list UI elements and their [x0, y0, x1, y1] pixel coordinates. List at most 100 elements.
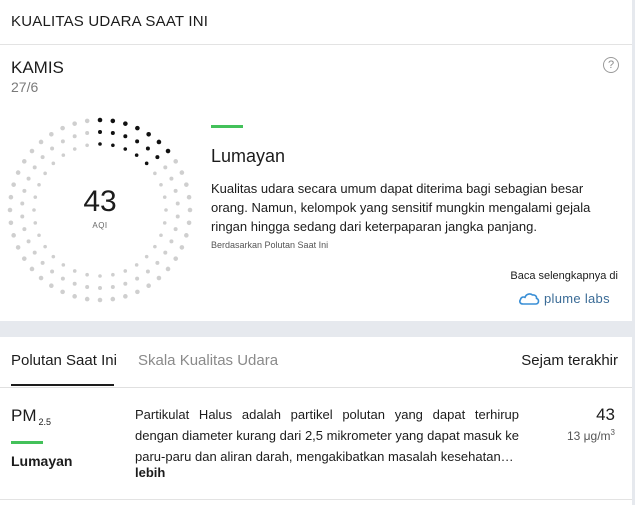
read-more-label: Baca selengkapnya di [510, 270, 618, 282]
gauge-dot [61, 263, 66, 267]
gauge-dot [111, 272, 115, 277]
gauge-dot [43, 171, 47, 176]
gauge-dot [123, 294, 128, 299]
gauge-dot [72, 269, 77, 273]
aqi-description: Kualitas udara secara umum dapat diterim… [211, 181, 591, 234]
plume-labs-link[interactable]: plume labs [518, 289, 610, 307]
gauge-dot [72, 281, 77, 286]
gauge-dot [72, 147, 77, 151]
gauge-dot [159, 182, 163, 187]
gauge-dot [162, 195, 167, 199]
recent-period-label[interactable]: Sejam terakhir [521, 352, 618, 369]
gauge-dot [33, 221, 38, 225]
aqi-label: AQI [92, 221, 108, 230]
gauge-dot [84, 118, 90, 124]
gauge-dot [38, 139, 44, 145]
gauge-dot [97, 297, 103, 303]
gauge-dot [184, 182, 189, 187]
air-quality-panel: KUALITAS UDARA SAAT INI KAMIS 27/6 ? 43 … [0, 0, 632, 505]
gauge-dot [146, 283, 151, 289]
pollutant-tabs: Polutan Saat Ini Skala Kualitas Udara Se… [0, 337, 632, 388]
gauge-dot-active [134, 153, 139, 157]
gauge-dot [22, 227, 27, 232]
gauge-dot [175, 201, 180, 206]
gauge-dot-active [123, 134, 128, 139]
cloud-icon [519, 293, 540, 305]
gauge-dot [33, 195, 38, 199]
forecast-day: KAMIS [11, 58, 64, 77]
gauge-dot [11, 182, 16, 187]
gauge-dot [29, 148, 35, 154]
gauge-dot [84, 296, 90, 302]
gauge-dot [98, 274, 102, 278]
panel-title: KUALITAS UDARA SAAT INI [11, 13, 209, 30]
gauge-dot [159, 233, 163, 238]
gauge-dot [163, 250, 168, 255]
gauge-dot-active [156, 139, 162, 145]
gauge-dot [32, 165, 37, 170]
gauge-dot [85, 284, 90, 289]
pollutant-unit-sup: 3 [610, 428, 615, 437]
gauge-dot [175, 214, 180, 219]
gauge-dot [60, 276, 65, 281]
gauge-dot [123, 269, 128, 273]
gauge-dot [72, 294, 77, 299]
gauge-dot [37, 233, 41, 238]
gauge-dot [29, 266, 35, 272]
gauge-dot-active [155, 155, 160, 160]
pollutant-level: Lumayan [11, 453, 73, 469]
gauge-dot [61, 153, 66, 157]
gauge-dot [164, 208, 168, 212]
gauge-dot [40, 155, 45, 160]
help-icon[interactable]: ? [603, 57, 619, 73]
tab-current-pollutants[interactable]: Polutan Saat Ini [11, 352, 117, 369]
provider-name: plume labs [544, 290, 610, 306]
gauge-dot-active [98, 142, 102, 146]
gauge-dot [135, 276, 140, 281]
gauge-dot [186, 220, 192, 226]
gauge-dot [37, 182, 41, 187]
gauge-dot [173, 159, 179, 164]
gauge-dot-active [110, 131, 115, 136]
gauge-dot-active [135, 139, 140, 144]
gauge-dot [135, 289, 140, 295]
gauge-dot [11, 233, 16, 238]
gauge-dot [187, 207, 193, 213]
based-on-note: Berdasarkan Polutan Saat Ini [211, 240, 329, 250]
gauge-dot [51, 254, 56, 259]
gauge-dot [144, 254, 149, 259]
gauge-dot [60, 125, 65, 131]
gauge-dot [98, 286, 102, 290]
gauge-dot [8, 220, 14, 226]
gauge-dot [50, 146, 55, 151]
gauge-dot-active [145, 146, 150, 151]
section-divider [0, 321, 632, 337]
gauge-dot [72, 121, 77, 126]
gauge-dot [153, 244, 157, 249]
pollutant-description: Partikulat Halus adalah partikel polutan… [135, 407, 519, 464]
forecast-date: 27/6 [11, 79, 39, 95]
gauge-dot [22, 188, 27, 193]
gauge-dot [169, 239, 174, 244]
gauge-dot [173, 227, 178, 232]
tab-aqi-scale[interactable]: Skala Kualitas Udara [138, 352, 278, 369]
gauge-dot [155, 260, 160, 265]
gauge-dot [26, 239, 31, 244]
gauge-dot [145, 269, 150, 274]
gauge-dot [26, 176, 31, 181]
gauge-dot [179, 245, 185, 250]
gauge-dot [32, 208, 36, 212]
row-divider [0, 499, 632, 500]
pollutant-aqi-value: 43 [596, 405, 615, 424]
gauge-dot [165, 266, 171, 272]
gauge-dot-active [165, 148, 171, 154]
pollutant-more-link[interactable]: lebih [135, 465, 165, 480]
gauge-dot-active [97, 117, 103, 123]
pollutant-subscript: 2.5 [38, 417, 52, 427]
gauge-dot [7, 207, 13, 213]
gauge-dot [162, 221, 167, 225]
gauge-dot-active [135, 125, 140, 131]
gauge-dot [123, 281, 128, 286]
active-tab-underline [11, 384, 114, 386]
gauge-dot [184, 233, 189, 238]
